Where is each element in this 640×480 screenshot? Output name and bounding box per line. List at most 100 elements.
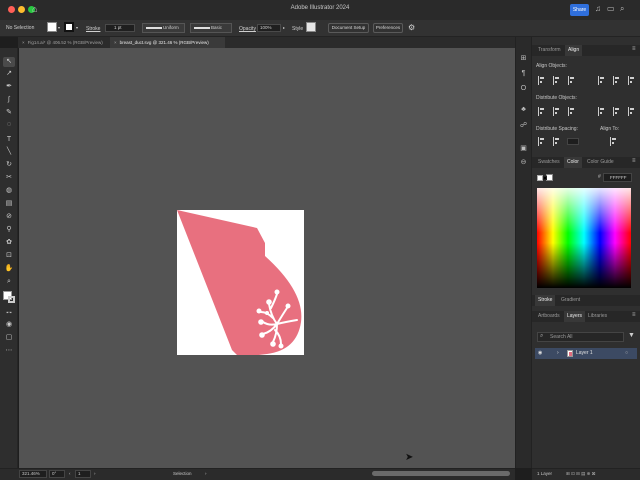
tab-libraries[interactable]: Libraries	[585, 311, 610, 322]
links-icon[interactable]: ☍	[518, 121, 529, 131]
stroke-label[interactable]: Stroke	[86, 26, 100, 32]
fill-dropdown-icon[interactable]: ▾	[58, 25, 60, 30]
tab-breast-duct[interactable]: × breast_duct.svg @ 321.46 % (RGB/Preview…	[110, 37, 225, 48]
rotation-field[interactable]: 0°	[49, 470, 65, 478]
tab-stroke[interactable]: Stroke	[535, 295, 556, 306]
selection-tool-icon[interactable]: ↖	[3, 57, 15, 67]
filter-icon[interactable]: ▼	[628, 332, 635, 339]
target-icon[interactable]: ○	[625, 348, 628, 359]
stroke-weight-field[interactable]: 1 pt	[105, 24, 135, 32]
tab-gradient[interactable]: Gradient	[558, 295, 583, 306]
brush-tool-icon[interactable]: ✎	[3, 108, 15, 118]
panel-menu-icon[interactable]: ≡	[632, 158, 636, 164]
zoom-tool-icon[interactable]: ⌕	[3, 277, 15, 287]
panel-menu-icon[interactable]: ≡	[632, 46, 636, 52]
distribute-bottom-icon[interactable]	[568, 107, 575, 116]
edit-toolbar-icon[interactable]: ⋯	[3, 346, 15, 356]
tab-color[interactable]: Color	[564, 157, 582, 168]
type-tool-icon[interactable]: T	[3, 135, 15, 145]
opacity-label[interactable]: Opacity	[239, 26, 256, 32]
breast-duct-artwork[interactable]	[177, 210, 304, 355]
artboard-panel-icon[interactable]: ▣	[518, 144, 529, 154]
search-icon[interactable]: ⌕	[620, 4, 624, 14]
hex-field[interactable]: FFFFFF	[603, 173, 632, 182]
align-left-icon[interactable]	[538, 76, 545, 85]
tab-layers[interactable]: Layers	[564, 311, 586, 322]
align-right-icon[interactable]	[568, 76, 575, 85]
shaper-tool-icon[interactable]: ◌	[3, 120, 15, 130]
stroke-dropdown-icon[interactable]: ▾	[76, 25, 78, 30]
align-top-icon[interactable]	[598, 76, 605, 85]
variable-width-profile[interactable]: Uniform	[142, 23, 185, 33]
scale-tool-icon[interactable]: ✂	[3, 173, 15, 183]
style-swatch[interactable]	[306, 22, 316, 32]
distribute-right-icon[interactable]	[628, 107, 635, 116]
tab-fig14[interactable]: × Fig14.ai* @ 406.52 % (RGB/Preview)	[18, 37, 110, 48]
curvature-tool-icon[interactable]: ∫	[3, 95, 15, 105]
tab-transform[interactable]: Transform	[535, 45, 564, 56]
layers-search-input[interactable]: Search All	[537, 332, 624, 342]
draw-mode-icon[interactable]: ◉	[3, 320, 15, 330]
layer-row[interactable]: ◉ › Layer 1 ○	[535, 348, 637, 359]
opacity-field[interactable]: 100%	[257, 24, 281, 32]
close-tab-icon[interactable]: ×	[114, 40, 117, 45]
align-hcenter-icon[interactable]	[553, 76, 560, 85]
paragraph-icon[interactable]: ¶	[518, 69, 529, 79]
stroke-color-swatch[interactable]	[543, 176, 547, 180]
vertical-spacing-icon[interactable]	[538, 137, 545, 146]
asset-export-icon[interactable]: ⊖	[518, 158, 529, 168]
visibility-eye-icon[interactable]: ◉	[538, 348, 542, 359]
screen-mode-icon[interactable]: ▢	[3, 333, 15, 343]
color-modes-icon[interactable]: ▪▫▪	[3, 308, 15, 318]
tab-artboards[interactable]: Artboards	[535, 311, 563, 322]
prev-artboard-icon[interactable]: ‹	[69, 470, 71, 478]
direct-selection-tool-icon[interactable]: ↗	[3, 69, 15, 79]
symbol-sprayer-tool-icon[interactable]: ✿	[3, 238, 15, 248]
spacing-field[interactable]	[567, 138, 579, 145]
gradient-tool-icon[interactable]: ▤	[3, 199, 15, 209]
blend-tool-icon[interactable]: ⚲	[3, 225, 15, 235]
next-artboard-icon[interactable]: ›	[94, 470, 96, 478]
distribute-vcenter-icon[interactable]	[553, 107, 560, 116]
eyedropper-tool-icon[interactable]: ⊘	[3, 212, 15, 222]
fill-color-swatch[interactable]	[546, 174, 553, 181]
brush-definition[interactable]: Basic	[190, 23, 232, 33]
arrange-icon[interactable]: ▭	[607, 4, 615, 14]
distribute-top-icon[interactable]	[538, 107, 545, 116]
stroke-swatch[interactable]	[64, 22, 74, 32]
tab-swatches[interactable]: Swatches	[535, 157, 563, 168]
properties-icon[interactable]: ⊞	[518, 54, 529, 64]
tab-color-guide[interactable]: Color Guide	[584, 157, 617, 168]
share-button[interactable]: Share	[570, 4, 589, 16]
tab-align[interactable]: Align	[565, 45, 583, 56]
libraries-icon[interactable]: ♣	[518, 105, 529, 115]
status-menu-icon[interactable]: ›	[205, 470, 207, 478]
layers-footer-icons[interactable]: ⊞ ⊡ ⊟ ▤ ⊕ ⊠	[566, 470, 595, 478]
bell-icon[interactable]: ♫	[595, 4, 601, 14]
opacity-dropdown-icon[interactable]: ▸	[283, 25, 285, 30]
artboard-tool-icon[interactable]: ⊡	[3, 251, 15, 261]
horizontal-scrollbar[interactable]	[370, 471, 515, 476]
align-bottom-icon[interactable]	[628, 76, 635, 85]
align-to-selection-icon[interactable]	[610, 137, 617, 146]
pen-tool-icon[interactable]: ✒	[3, 82, 15, 92]
opentype-icon[interactable]: O	[518, 84, 529, 94]
stroke-color-icon[interactable]	[8, 296, 15, 303]
expand-layer-icon[interactable]: ›	[557, 348, 559, 359]
close-tab-icon[interactable]: ×	[22, 40, 25, 45]
preferences-button[interactable]: Preferences	[373, 23, 403, 33]
zoom-field[interactable]: 321.46%	[19, 470, 47, 478]
scroll-thumb[interactable]	[372, 471, 510, 476]
distribute-hcenter-icon[interactable]	[613, 107, 620, 116]
shape-builder-tool-icon[interactable]: ◍	[3, 186, 15, 196]
distribute-left-icon[interactable]	[598, 107, 605, 116]
line-tool-icon[interactable]: ╲	[3, 147, 15, 157]
horizontal-spacing-icon[interactable]	[553, 137, 560, 146]
artboard-field[interactable]: 1	[75, 470, 91, 478]
color-spectrum[interactable]	[537, 188, 631, 288]
rotate-tool-icon[interactable]: ↻	[3, 160, 15, 170]
document-setup-button[interactable]: Document Setup	[328, 23, 369, 33]
fill-swatch[interactable]	[47, 22, 57, 32]
hand-tool-icon[interactable]: ✋	[3, 264, 15, 274]
quick-actions-icon[interactable]: ⚙	[408, 23, 415, 32]
